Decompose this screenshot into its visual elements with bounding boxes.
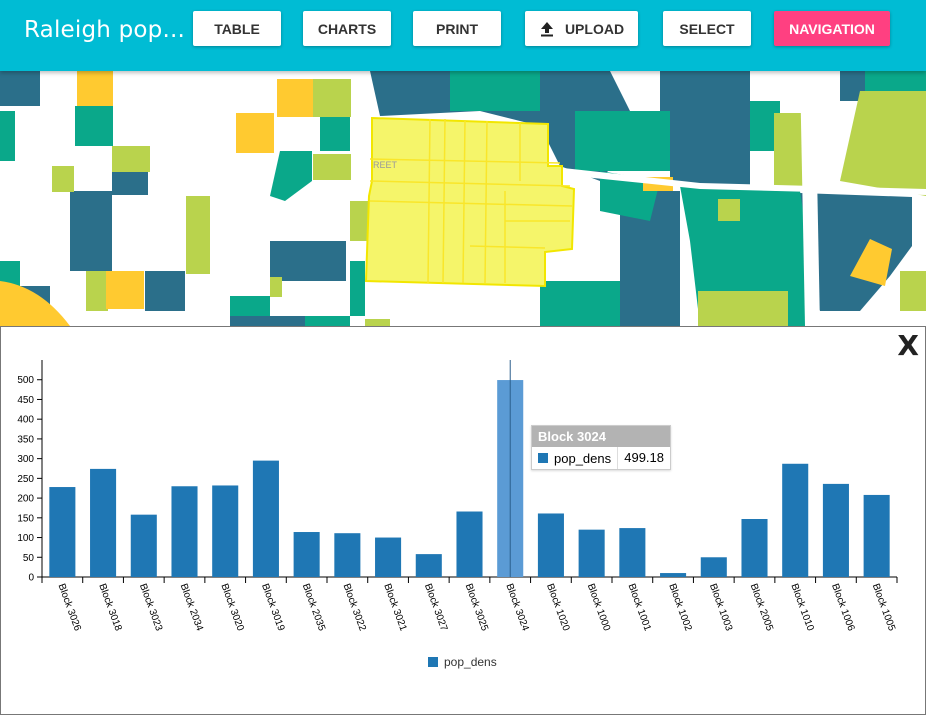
app-title: Raleigh pop... [24,17,185,43]
x-tick-label: Block 3023 [137,582,164,633]
bar[interactable] [212,485,239,577]
x-tick-label: Block 2035 [300,582,327,633]
x-tick-label: Block 1000 [585,582,612,633]
x-tick-label: Block 1001 [626,582,653,633]
map-view[interactable]: REET [0,71,926,326]
select-button[interactable]: SELECT [663,11,751,46]
upload-button[interactable]: UPLOAD [525,11,638,46]
bar[interactable] [700,557,727,577]
x-tick-label: Block 3021 [381,582,408,633]
bar[interactable] [293,532,320,577]
upload-button-label: UPLOAD [564,20,625,37]
bar[interactable] [334,533,361,577]
y-tick-label: 50 [23,553,35,564]
bar[interactable] [863,494,890,577]
bar[interactable] [660,573,687,577]
map-street-label: REET [373,160,398,170]
x-tick-label: Block 1006 [829,582,856,633]
bar[interactable] [537,513,564,577]
bar[interactable] [415,554,442,577]
bar[interactable] [130,514,157,577]
app-bar: Raleigh pop... TABLE CHARTS PRINT UPLOAD… [0,0,926,71]
print-button[interactable]: PRINT [413,11,501,46]
bar[interactable] [171,486,198,577]
tooltip-value: 499.18 [617,447,670,469]
x-tick-label: Block 2034 [178,582,205,633]
y-tick-label: 0 [28,573,34,584]
bar[interactable] [49,487,76,577]
bar-chart: 0 50 100 150 200 250 300 350 400 450 500 Block 3026… [17,360,898,633]
y-tick-label: 450 [17,395,34,406]
tooltip-series-swatch [538,453,548,463]
bar[interactable] [456,511,483,577]
x-tick-label: Block 3020 [218,582,245,633]
x-tick-label: Block 3025 [463,582,490,633]
y-tick-label: 500 [17,375,34,386]
navigation-button[interactable]: NAVIGATION [774,11,890,46]
x-tick-label: Block 3022 [341,582,368,633]
x-tick-label: Block 1002 [666,582,693,633]
chart-legend[interactable]: pop_dens [428,655,497,669]
x-tick-label: Block 3018 [96,582,123,633]
charts-button[interactable]: CHARTS [303,11,391,46]
bar[interactable] [619,528,646,577]
bar[interactable] [822,483,849,577]
x-tick-label: Block 1003 [707,582,734,633]
y-tick-label: 100 [17,533,34,544]
bar[interactable] [252,460,279,577]
x-tick-label: Block 3027 [422,582,449,633]
tooltip-title: Block 3024 [532,426,670,447]
legend-swatch [428,657,438,667]
table-button[interactable]: TABLE [193,11,281,46]
x-tick-label: Block 2005 [748,582,775,633]
map-canvas[interactable]: REET [0,71,926,326]
bar[interactable] [741,519,768,577]
x-tick-label: Block 1010 [788,582,815,633]
x-tick-label: Block 1005 [870,582,897,633]
upload-icon [540,21,553,36]
bar[interactable] [90,468,117,577]
x-tick-label: Block 3024 [503,582,530,633]
tooltip-series-name: pop_dens [554,450,612,466]
bar[interactable] [375,537,402,577]
bar[interactable] [578,529,605,577]
y-tick-label: 150 [17,513,34,524]
bar[interactable] [782,463,809,577]
legend-label: pop_dens [444,655,497,669]
y-tick-label: 200 [17,494,34,505]
y-tick-label: 350 [17,434,34,445]
x-tick-label: Block 3019 [259,582,286,633]
x-tick-label: Block 3026 [56,582,83,633]
y-tick-label: 400 [17,415,34,426]
y-tick-label: 250 [17,474,34,485]
y-tick-label: 300 [17,454,34,465]
chart-tooltip: Block 3024 pop_dens 499.18 [531,425,671,470]
x-tick-label: Block 1020 [544,582,571,633]
